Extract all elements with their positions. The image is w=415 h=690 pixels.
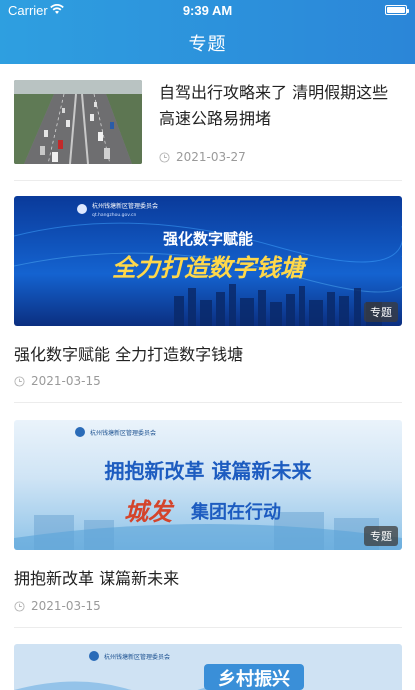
- banner-org-url: qt.hangzhou.gov.cn: [92, 212, 136, 218]
- divider: [14, 180, 402, 181]
- article-list[interactable]: 自驾出行攻略来了 清明假期这些高速公路易拥堵 2021-03-27 杭州钱塘新区…: [0, 64, 415, 690]
- banner-headline-line1: 拥抱新改革 谋篇新未来: [105, 459, 313, 483]
- clock-icon: [159, 151, 170, 163]
- topic-tag: 专题: [364, 302, 398, 322]
- banner-headline-line1: 乡村振兴: [218, 668, 290, 690]
- highway-thumbnail-image[interactable]: [14, 80, 142, 164]
- banner-headline-line2: 集团在行动: [190, 501, 281, 523]
- article-date: 2021-03-27: [176, 150, 246, 164]
- status-bar: Carrier 9:39 AM: [0, 0, 415, 20]
- banner-image-digital-qiantang[interactable]: 杭州钱塘新区管理委员会 qt.hangzhou.gov.cn 强化数字赋能 全力…: [14, 196, 402, 326]
- divider: [14, 627, 402, 628]
- article-date-row: 2021-03-15: [14, 374, 101, 388]
- article-title[interactable]: 拥抱新改革 谋篇新未来: [14, 565, 402, 589]
- digital-city-banner: 杭州钱塘新区管理委员会 qt.hangzhou.gov.cn 强化数字赋能 全力…: [14, 196, 402, 326]
- banner-image-new-reform[interactable]: 杭州钱塘新区管理委员会 拥抱新改革 谋篇新未来 城发 集团在行动 专题: [14, 420, 402, 550]
- banner-headline-brand: 城发: [124, 497, 175, 526]
- banner-org-name: 杭州钱塘新区管理委员会: [92, 202, 158, 210]
- article-date: 2021-03-15: [31, 599, 101, 613]
- status-time: 9:39 AM: [182, 3, 233, 18]
- highway-traffic-photo: [14, 80, 142, 164]
- banner-image-rural-revitalization[interactable]: 杭州钱塘新区管理委员会 乡村振兴: [14, 644, 402, 690]
- banner-org-name: 杭州钱塘新区管理委员会: [90, 429, 156, 437]
- banner-headline-line2: 全力打造数字钱塘: [112, 253, 308, 282]
- divider: [14, 402, 402, 403]
- article-date: 2021-03-15: [31, 374, 101, 388]
- article-date-row: 2021-03-15: [14, 599, 101, 613]
- article-date-row: 2021-03-27: [159, 150, 246, 164]
- article-title[interactable]: 自驾出行攻略来了 清明假期这些高速公路易拥堵: [159, 80, 402, 132]
- navigation-header: Carrier 9:39 AM 专题: [0, 0, 415, 64]
- rural-banner: 杭州钱塘新区管理委员会 乡村振兴: [14, 644, 402, 690]
- page-title: 专题: [188, 34, 227, 55]
- reform-banner: 杭州钱塘新区管理委员会 拥抱新改革 谋篇新未来 城发 集团在行动: [14, 420, 402, 550]
- topic-tag: 专题: [364, 526, 398, 546]
- clock-icon: [14, 600, 25, 612]
- banner-headline-line1: 强化数字赋能: [163, 230, 253, 248]
- battery-icon: [385, 5, 409, 15]
- banner-org-name: 杭州钱塘新区管理委员会: [104, 653, 170, 661]
- clock-icon: [14, 375, 25, 387]
- list-item-article-1[interactable]: 自驾出行攻略来了 清明假期这些高速公路易拥堵 2021-03-27: [14, 80, 402, 176]
- article-title[interactable]: 强化数字赋能 全力打造数字钱塘: [14, 341, 402, 365]
